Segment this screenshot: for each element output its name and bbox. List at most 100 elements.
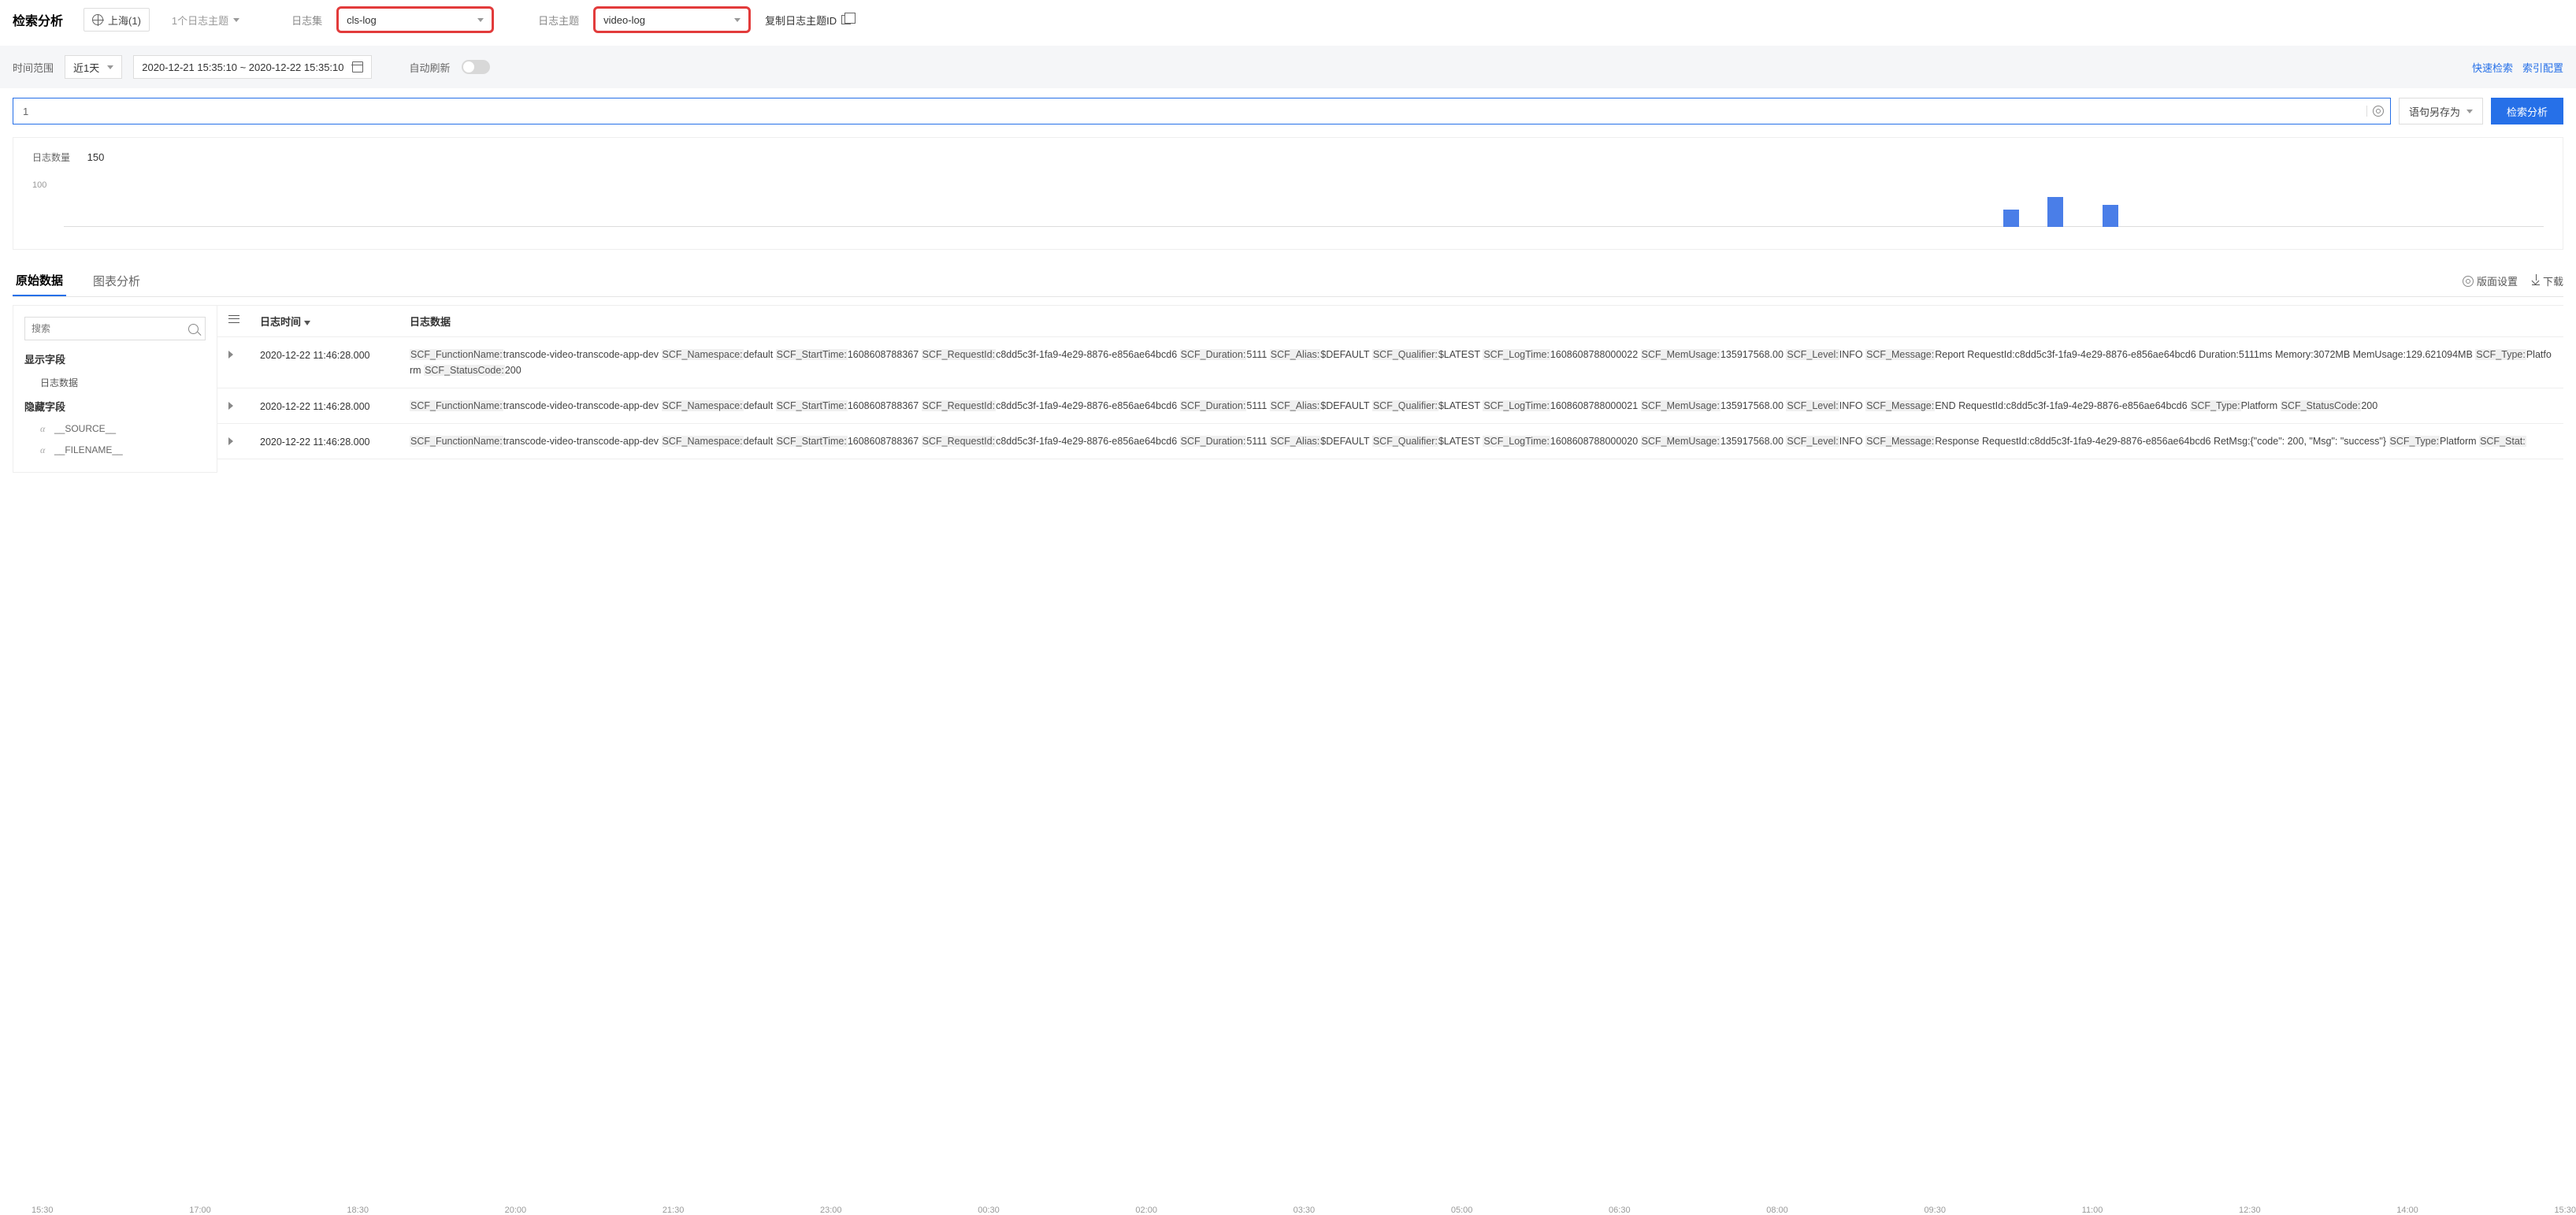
region-select[interactable]: 上海(1): [84, 8, 150, 32]
index-config-link[interactable]: 索引配置: [2522, 60, 2563, 75]
log-key: SCF_MemUsage:: [1641, 436, 1720, 447]
query-input[interactable]: [13, 106, 2366, 117]
field-item-logdata[interactable]: 日志数据: [24, 371, 206, 394]
log-key: SCF_Alias:: [1270, 436, 1321, 447]
log-key: SCF_MemUsage:: [1641, 349, 1720, 360]
chart-bar[interactable]: [2047, 197, 2063, 227]
collapse-all-button[interactable]: [228, 314, 260, 329]
time-range-picker[interactable]: 2020-12-21 15:35:10 ~ 2020-12-22 15:35:1…: [133, 55, 371, 79]
calendar-icon: [352, 61, 363, 72]
table-row: 2020-12-22 11:46:28.000SCF_FunctionName:…: [217, 337, 2563, 388]
globe-icon: [92, 14, 103, 25]
log-key: SCF_LogTime:: [1483, 400, 1550, 411]
log-key: SCF_StartTime:: [776, 400, 848, 411]
copy-icon: [841, 15, 851, 24]
x-tick: 08:00: [1766, 1206, 1788, 1215]
log-key: SCF_Qualifier:: [1372, 349, 1438, 360]
log-key: SCF_Namespace:: [662, 400, 744, 411]
field-search-input[interactable]: [32, 323, 188, 334]
log-key: SCF_RequestId:: [922, 400, 996, 411]
layout-settings-button[interactable]: 版面设置: [2463, 273, 2518, 288]
log-key: SCF_Level:: [1786, 436, 1839, 447]
tab-chart-analysis[interactable]: 图表分析: [90, 266, 143, 295]
log-key: SCF_RequestId:: [922, 349, 996, 360]
log-key: SCF_Message:: [1865, 436, 1935, 447]
x-tick: 11:00: [2082, 1206, 2103, 1215]
copy-topic-id[interactable]: 复制日志主题ID: [765, 13, 851, 28]
x-tick: 23:00: [820, 1206, 842, 1215]
log-key: SCF_StatusCode:: [2281, 400, 2362, 411]
hidden-fields-header: 隐藏字段: [24, 399, 206, 414]
x-tick: 05:00: [1451, 1206, 1473, 1215]
time-preset-select[interactable]: 近1天: [65, 55, 122, 79]
time-range-label: 时间范围: [13, 60, 54, 75]
x-tick: 15:30: [2554, 1206, 2576, 1215]
log-key: SCF_Namespace:: [662, 349, 744, 360]
col-header-data: 日志数据: [410, 314, 2552, 329]
log-body: SCF_FunctionName:transcode-video-transco…: [410, 347, 2552, 378]
log-body: SCF_FunctionName:transcode-video-transco…: [410, 398, 2552, 414]
auto-refresh-label: 自动刷新: [410, 60, 451, 75]
table-row: 2020-12-22 11:46:28.000SCF_FunctionName:…: [217, 424, 2563, 459]
expand-row-icon[interactable]: [228, 402, 233, 410]
field-search: [24, 317, 206, 340]
quick-search-link[interactable]: 快速检索: [2472, 60, 2513, 75]
chevron-down-icon: [2467, 110, 2473, 113]
log-key: SCF_LogTime:: [1483, 349, 1550, 360]
save-query-button[interactable]: 语句另存为: [2399, 98, 2483, 124]
expand-row-icon[interactable]: [228, 437, 233, 445]
topic-value: video-log: [603, 14, 645, 26]
col-header-time[interactable]: 日志时间: [260, 314, 410, 329]
sort-desc-icon: [304, 321, 310, 325]
log-time: 2020-12-22 11:46:28.000: [260, 398, 410, 412]
log-key: SCF_StartTime:: [776, 436, 848, 447]
log-key: SCF_Type:: [2389, 436, 2441, 447]
log-key: SCF_Stat:: [2479, 436, 2526, 447]
table-row: 2020-12-22 11:46:28.000SCF_FunctionName:…: [217, 388, 2563, 424]
field-item-source[interactable]: α__SOURCE__: [24, 418, 206, 440]
layout-settings-label: 版面设置: [2477, 273, 2518, 288]
download-icon: [2532, 277, 2540, 285]
log-count-chart: 日志数量 150 100 15:3017:0018:3020:0021:3023…: [13, 137, 2563, 250]
log-key: SCF_Message:: [1865, 400, 1935, 411]
tab-raw-data[interactable]: 原始数据: [13, 266, 66, 296]
log-key: SCF_StartTime:: [776, 349, 848, 360]
logset-label: 日志集: [291, 13, 322, 28]
query-settings-button[interactable]: [2366, 106, 2390, 117]
log-key: SCF_Level:: [1786, 349, 1839, 360]
log-key: SCF_FunctionName:: [410, 349, 503, 360]
x-tick: 00:30: [978, 1206, 1000, 1215]
download-label: 下载: [2543, 273, 2563, 288]
log-key: SCF_Qualifier:: [1372, 400, 1438, 411]
region-value: 上海(1): [108, 13, 141, 28]
topic-count-select[interactable]: 1个日志主题: [164, 8, 247, 32]
chevron-down-icon: [233, 18, 239, 22]
x-tick: 06:30: [1609, 1206, 1631, 1215]
log-key: SCF_Level:: [1786, 400, 1839, 411]
x-tick: 21:30: [663, 1206, 685, 1215]
x-tick: 02:00: [1135, 1206, 1157, 1215]
x-tick: 20:00: [505, 1206, 527, 1215]
expand-row-icon[interactable]: [228, 351, 233, 359]
fields-sidebar: 显示字段 日志数据 隐藏字段 α__SOURCE__ α__FILENAME__: [13, 305, 217, 473]
search-button[interactable]: 检索分析: [2491, 98, 2563, 124]
shown-fields-header: 显示字段: [24, 351, 206, 366]
chart-bar[interactable]: [2103, 205, 2118, 227]
alpha-icon: α: [40, 423, 50, 435]
topic-label: 日志主题: [538, 13, 579, 28]
topic-select[interactable]: video-log: [593, 6, 751, 33]
log-key: SCF_FunctionName:: [410, 436, 503, 447]
logset-select[interactable]: cls-log: [336, 6, 494, 33]
log-key: SCF_Duration:: [1180, 436, 1247, 447]
log-key: SCF_Type:: [2190, 400, 2241, 411]
log-body: SCF_FunctionName:transcode-video-transco…: [410, 433, 2552, 449]
field-item-filename[interactable]: α__FILENAME__: [24, 440, 206, 461]
log-key: SCF_Duration:: [1180, 400, 1247, 411]
x-tick: 17:00: [189, 1206, 211, 1215]
log-key: SCF_RequestId:: [922, 436, 996, 447]
download-button[interactable]: 下载: [2532, 273, 2563, 288]
x-tick: 12:30: [2239, 1206, 2261, 1215]
auto-refresh-toggle[interactable]: [462, 60, 490, 74]
log-time: 2020-12-22 11:46:28.000: [260, 433, 410, 448]
chart-bar[interactable]: [2003, 210, 2019, 227]
